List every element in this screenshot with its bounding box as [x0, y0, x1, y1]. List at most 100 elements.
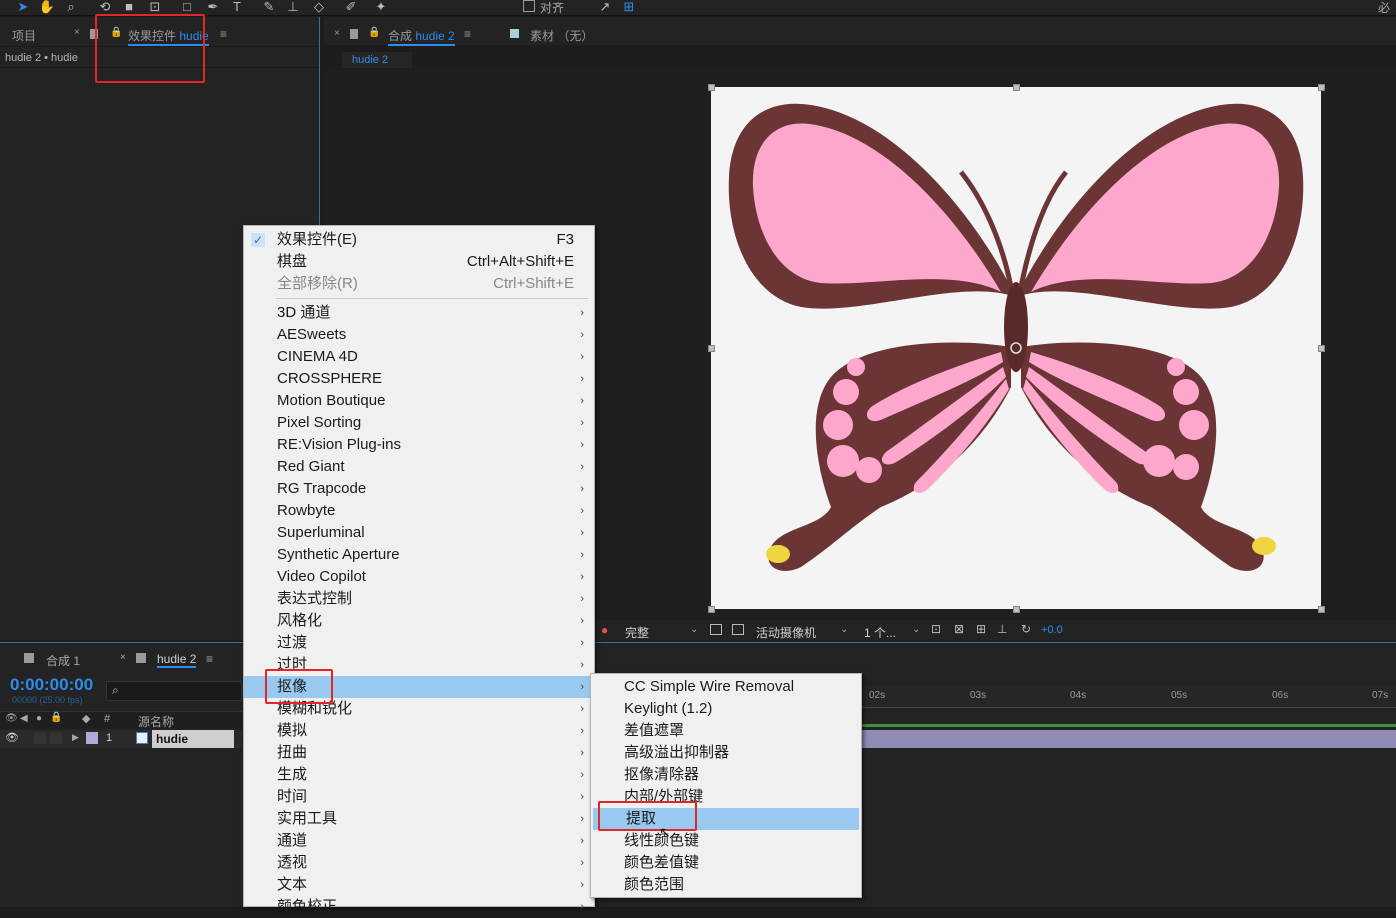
menu-item-category[interactable]: Rowbyte › [244, 500, 594, 522]
lock-toggle[interactable] [50, 732, 62, 744]
menu-item-category[interactable]: Synthetic Aperture › [244, 544, 594, 566]
views-select[interactable]: 1 个... [864, 624, 896, 641]
submenu-item[interactable]: Keylight (1.2) [591, 698, 861, 720]
transform-handle[interactable] [1318, 345, 1325, 352]
close-icon[interactable]: × [74, 27, 80, 38]
submenu-item[interactable]: 线性颜色键 [591, 830, 861, 852]
puppet-tool-icon[interactable]: ✦ [372, 0, 390, 15]
snap-icon[interactable]: ↗ [596, 0, 614, 15]
comp-canvas[interactable] [711, 87, 1321, 609]
align-checkbox[interactable] [523, 0, 535, 12]
submenu-item[interactable]: 颜色范围 [591, 874, 861, 896]
text-tool-icon[interactable]: T [228, 0, 246, 15]
transform-handle[interactable] [1013, 84, 1020, 91]
time-ruler[interactable] [862, 686, 1396, 708]
pen-tool-icon[interactable]: ✒ [204, 0, 222, 15]
current-time[interactable]: 0:00:00:00 [10, 675, 93, 695]
menu-item-category[interactable]: 时间 › [244, 786, 594, 808]
submenu-item[interactable]: CC Simple Wire Removal [591, 676, 861, 698]
menu-item-category[interactable]: Motion Boutique › [244, 390, 594, 412]
menu-item-category[interactable]: Superluminal › [244, 522, 594, 544]
transform-handle[interactable] [708, 84, 715, 91]
transform-handle[interactable] [708, 606, 715, 613]
menu-item-category[interactable]: 实用工具 › [244, 808, 594, 830]
eraser-tool-icon[interactable]: ◇ [310, 0, 328, 15]
menu-item-category[interactable]: Pixel Sorting › [244, 412, 594, 434]
menu-item-category[interactable]: 颜色校正 › [244, 896, 594, 918]
toggle-pixel-icon[interactable]: ⊡ [931, 622, 941, 636]
transform-handle[interactable] [1318, 84, 1325, 91]
panel-menu-icon[interactable]: ≡ [220, 27, 227, 41]
work-area-bar[interactable] [862, 724, 1396, 727]
comp-menu-icon[interactable]: ≡ [464, 27, 471, 41]
menu-item-category[interactable]: 过渡 › [244, 632, 594, 654]
menu-item-category[interactable]: AESweets › [244, 324, 594, 346]
layer-duration-bar[interactable] [862, 730, 1396, 748]
timeline-tab-2[interactable]: hudie 2 [157, 652, 197, 668]
camera-tool-icon[interactable]: ■ [120, 0, 138, 15]
resolution-select[interactable]: 完整 [625, 624, 649, 641]
chevron-down-icon[interactable]: ⌄ [912, 624, 920, 635]
comp-subtab[interactable]: hudie 2 [342, 52, 412, 68]
tab-footage[interactable]: 素材 （无） [530, 27, 593, 44]
timeline-tab-1[interactable]: 合成 1 [46, 652, 80, 669]
menu-item-category[interactable]: 3D 通道 › [244, 302, 594, 324]
comp-lock-icon[interactable]: 🔒 [368, 27, 380, 38]
camera-select[interactable]: 活动摄像机 [756, 624, 816, 641]
source-name-header[interactable]: 源名称 [138, 713, 174, 730]
menu-item-category[interactable]: CINEMA 4D › [244, 346, 594, 368]
selection-tool-icon[interactable]: ➤ [14, 0, 32, 15]
menu-item-category[interactable]: RE:Vision Plug-ins › [244, 434, 594, 456]
timeline-icon[interactable]: ⊞ [976, 622, 986, 636]
menu-item-effect-controls[interactable]: ✓ 效果控件(E) F3 [244, 229, 594, 251]
transform-handle[interactable] [708, 345, 715, 352]
submenu-item[interactable]: 高级溢出抑制器 [591, 742, 861, 764]
hand-tool-icon[interactable]: ✋ [38, 0, 56, 15]
transparency-grid-icon[interactable] [732, 624, 744, 635]
submenu-item[interactable]: 颜色差值键 [591, 852, 861, 874]
chevron-down-icon[interactable]: ⌄ [690, 624, 698, 635]
submenu-item[interactable]: 差值遮罩 [591, 720, 861, 742]
menu-item-category[interactable]: 风格化 › [244, 610, 594, 632]
solo-toggle[interactable] [34, 732, 46, 744]
menu-item-category[interactable]: 表达式控制 › [244, 588, 594, 610]
reset-exposure-icon[interactable]: ↻ [1021, 622, 1031, 636]
menu-item-category[interactable]: 透视 › [244, 852, 594, 874]
rotate-tool-icon[interactable]: ⟲ [96, 0, 114, 15]
fast-preview-icon[interactable]: ⊠ [954, 622, 964, 636]
zoom-tool-icon[interactable]: ⌕ [62, 0, 80, 15]
menu-item-category[interactable]: Red Giant › [244, 456, 594, 478]
panel-menu-icon[interactable]: ≡ [206, 652, 213, 666]
menu-item-checkerboard[interactable]: 棋盘 Ctrl+Alt+Shift+E [244, 251, 594, 273]
rectangle-tool-icon[interactable]: □ [178, 0, 196, 15]
menu-item-category[interactable]: 模拟 › [244, 720, 594, 742]
menu-item-category[interactable]: 扭曲 › [244, 742, 594, 764]
comp-close-icon[interactable]: × [334, 28, 340, 39]
tab-composition[interactable]: 合成 hudie 2 [388, 27, 455, 46]
region-of-interest-icon[interactable] [710, 624, 722, 635]
flowchart-icon[interactable]: ⊥ [997, 622, 1007, 636]
clone-stamp-tool-icon[interactable]: ⊥ [284, 0, 302, 15]
submenu-item[interactable]: 抠像清除器 [591, 764, 861, 786]
transform-handle[interactable] [1013, 606, 1020, 613]
menu-item-category[interactable]: RG Trapcode › [244, 478, 594, 500]
chevron-down-icon[interactable]: ⌄ [840, 624, 848, 635]
snap-options-icon[interactable]: ⊞ [620, 0, 638, 15]
exposure-value[interactable]: +0.0 [1041, 624, 1063, 636]
color-channels-icon[interactable]: ● [601, 623, 608, 637]
menu-item-category[interactable]: 生成 › [244, 764, 594, 786]
label-color[interactable] [86, 732, 98, 744]
transform-handle[interactable] [1318, 606, 1325, 613]
menu-item-category[interactable]: 文本 › [244, 874, 594, 896]
roto-brush-tool-icon[interactable]: ✐ [342, 0, 360, 15]
tab-project[interactable]: 项目 [12, 27, 36, 44]
menu-item-category[interactable]: CROSSPHERE › [244, 368, 594, 390]
menu-item-category[interactable]: 通道 › [244, 830, 594, 852]
menu-item-category[interactable]: Video Copilot › [244, 566, 594, 588]
layer-search-input[interactable] [106, 681, 242, 701]
expand-icon[interactable]: ▶ [72, 732, 79, 743]
close-icon[interactable]: × [120, 652, 126, 663]
eye-icon[interactable]: 👁 [5, 731, 19, 744]
layer-name[interactable]: hudie [152, 730, 234, 748]
brush-tool-icon[interactable]: ✎ [260, 0, 278, 15]
